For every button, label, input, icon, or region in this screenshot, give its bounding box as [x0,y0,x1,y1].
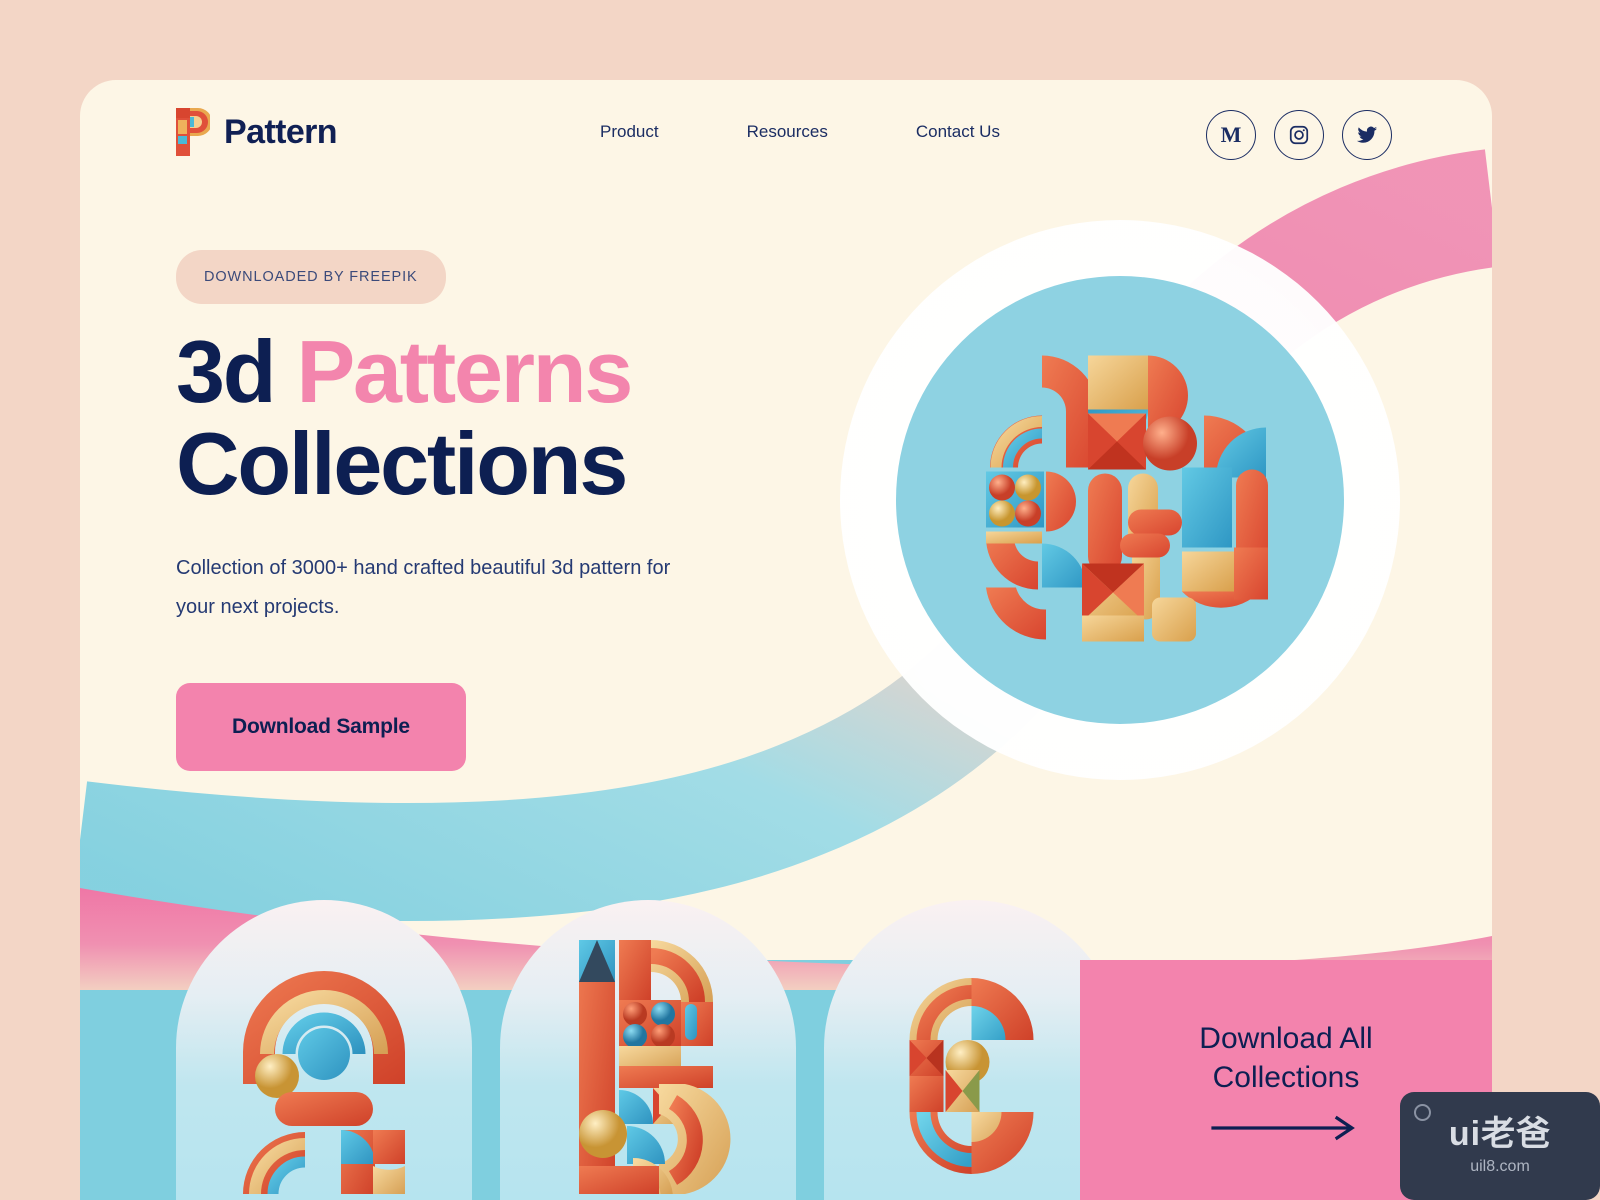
brand[interactable]: Pattern [176,108,338,156]
letter-b-art [579,940,731,1194]
status-badge: DOWNLOADED BY FREEPIK [176,250,446,304]
headline-pink-part: Patterns [296,322,634,421]
pattern-glyph-art [970,348,1270,653]
instagram-icon[interactable] [1274,110,1324,160]
medium-icon[interactable]: M [1206,110,1256,160]
hero-subtitle: Collection of 3000+ hand crafted beautif… [176,557,671,619]
headline-line2: Collections [176,413,628,513]
brand-name: Pattern [224,113,338,151]
page-root: Pattern Product Resources Contact Us M D… [0,0,1600,1200]
watermark: ui老爸 uil8.com [1400,1092,1600,1200]
letter-a-art [243,971,405,1194]
pattern-p-logo-icon [176,108,212,156]
download-all-line2: Collections [1212,1061,1360,1094]
medium-letter: M [1220,122,1242,147]
watermark-dot-icon [1414,1104,1431,1121]
nav-item-contact-us[interactable]: Contact Us [916,122,1000,142]
social-links: M [1206,110,1392,160]
download-all-line1: Download All [1199,1022,1373,1055]
download-all-label: Download All Collections [1199,1019,1372,1097]
site-header: Pattern Product Resources Contact Us M [80,80,1492,190]
pattern-card-a[interactable] [176,900,472,1200]
page-title: 3d Patterns Collections [176,326,836,509]
showcase-band: Download All Collections [80,870,1492,1200]
letter-c-art [909,978,1034,1174]
download-sample-button[interactable]: Download Sample [176,683,466,772]
hero-content: DOWNLOADED BY FREEPIK 3d Patterns Collec… [176,250,836,772]
hero-illustration [840,220,1400,780]
nav-item-product[interactable]: Product [600,122,659,142]
headline-dark-part: 3d [176,322,277,421]
arrow-right-icon [1211,1115,1355,1141]
main-card: Pattern Product Resources Contact Us M D… [80,80,1492,1200]
twitter-icon[interactable] [1342,110,1392,160]
watermark-sub: uil8.com [1470,1158,1530,1175]
watermark-main: ui老爸 [1448,1115,1552,1153]
pattern-card-b[interactable] [500,900,796,1200]
main-nav: Product Resources Contact Us [600,122,1000,142]
pattern-card-c[interactable] [824,900,1120,1200]
nav-item-resources[interactable]: Resources [747,122,828,142]
